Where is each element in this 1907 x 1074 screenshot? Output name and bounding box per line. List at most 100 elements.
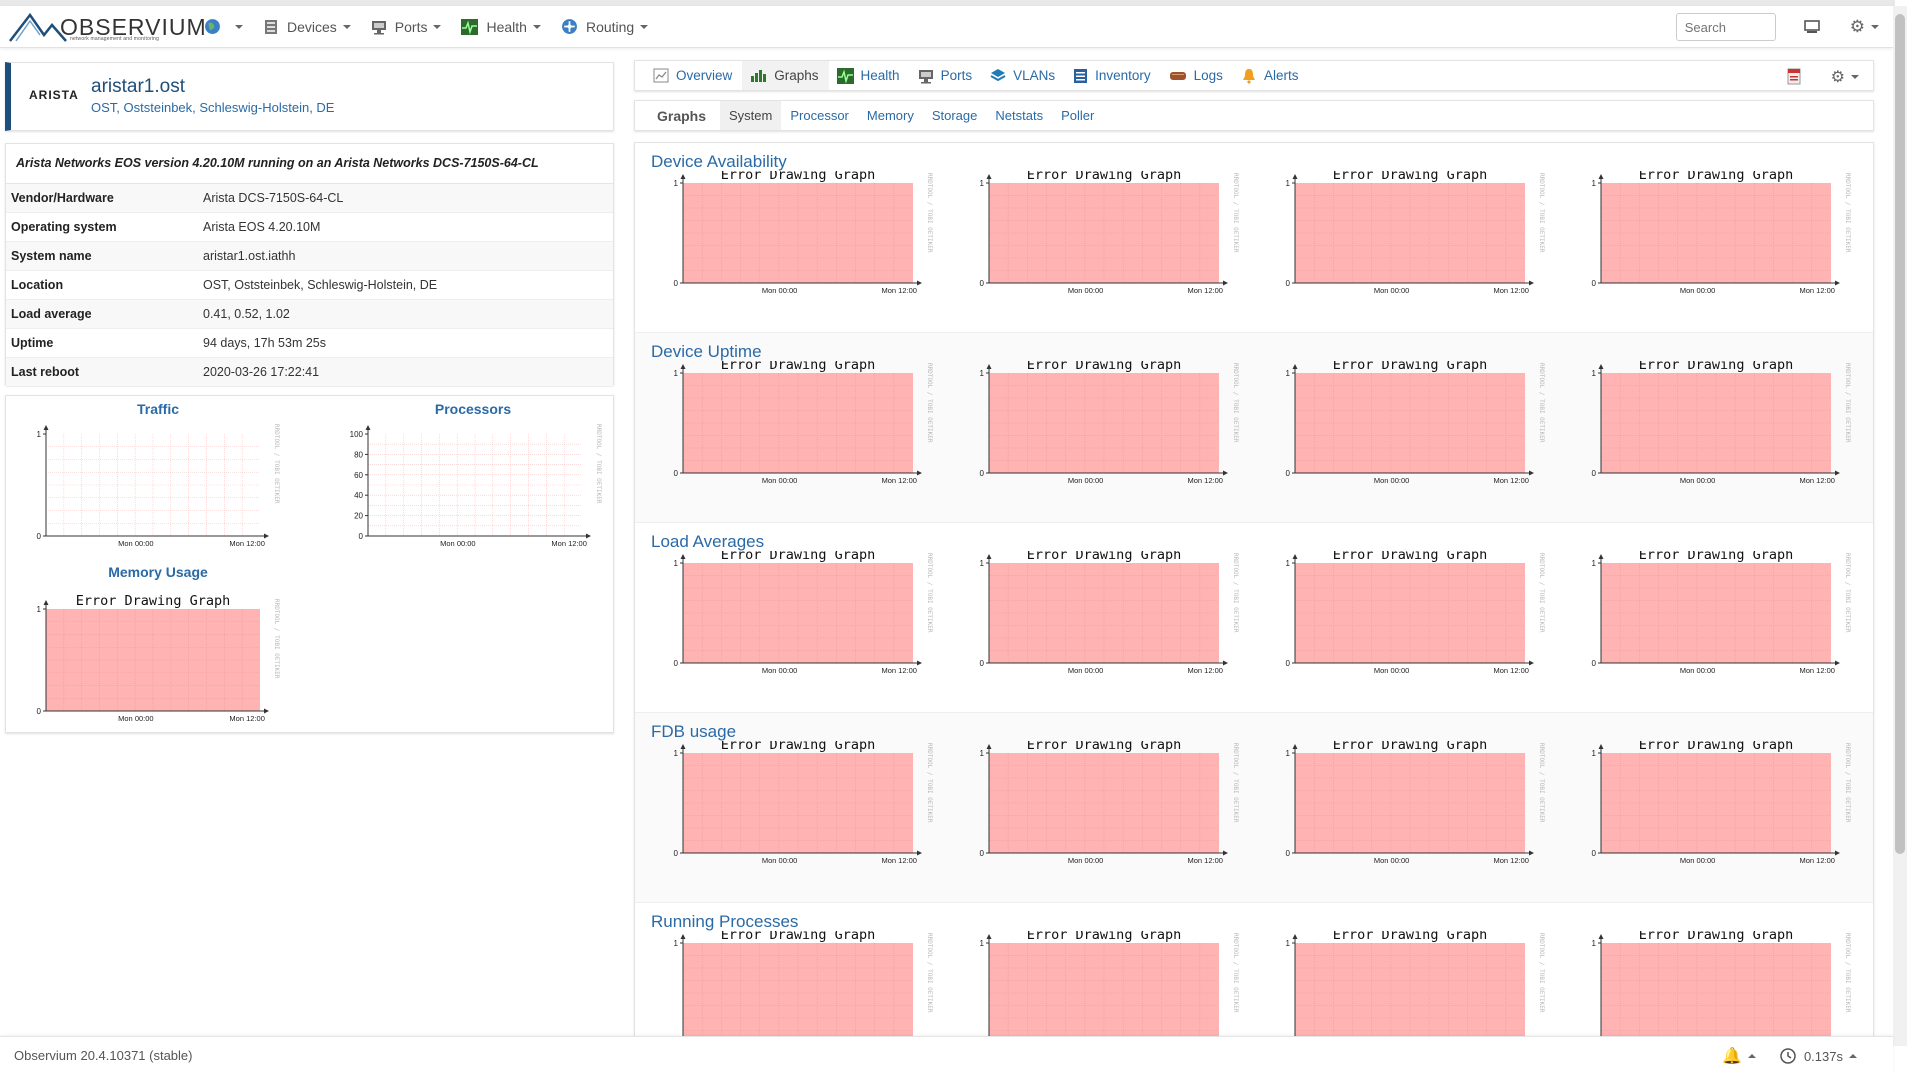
overview-graphs-canvas[interactable]: 1 0 Mon 00:00 Mon 12:00 RRDTOOL / TOBI OETIK… — [6, 396, 613, 732]
rrd-graph[interactable]: 10Mon 00:00Mon 12:00RRDTOOL / TOBI OETIK… — [674, 741, 933, 865]
y-axis-arrow — [1292, 554, 1298, 559]
device-location-link[interactable]: OST, Oststeinbek, Schleswig-Holstein, DE — [91, 100, 334, 115]
nav-ports[interactable]: Ports — [361, 6, 452, 48]
graph-section: Load Averages 1 0 Mon 00:00 Mon 12:00 RRDTOOL… — [635, 523, 1873, 713]
device-settings-menu[interactable]: ⚙ — [1831, 67, 1859, 87]
graph-section-title[interactable]: FDB usage — [651, 722, 736, 742]
rrd-graph[interactable]: 10Mon 00:00Mon 12:00RRDTOOL / TOBI OETIK… — [1286, 551, 1545, 675]
tab-alerts[interactable]: Alerts — [1233, 61, 1309, 90]
subtab-poller[interactable]: Poller — [1052, 101, 1103, 130]
x-axis-arrow — [917, 850, 922, 856]
y-axis-arrow — [1598, 934, 1604, 939]
rrd-graph[interactable]: 100 80 60 40 20 0 Mon 00:00 Mon 12:00 RRDTOOL / … — [350, 424, 602, 548]
nav-ports-label: Ports — [394, 18, 428, 35]
rrd-graph[interactable]: 10Mon 00:00Mon 12:00RRDTOOL / TOBI OETIK… — [37, 424, 280, 548]
rrd-graph[interactable]: 10Mon 00:00Mon 12:00RRDTOOL / TOBI OETIK… — [674, 551, 933, 675]
y-axis-arrow — [1292, 934, 1298, 939]
y-tick-label: 1 — [980, 179, 985, 188]
graph-error-text: Error Drawing Graph — [1639, 741, 1793, 753]
device-tabs: Overview Graphs Health Ports VLANs Inventory L… — [634, 60, 1874, 91]
graph-error-text: Error Drawing Graph — [1027, 931, 1181, 943]
y-tick-label: 100 — [350, 430, 364, 439]
x-tick-label: Mon 12:00 — [881, 476, 916, 485]
brand-logo[interactable]: OBSERVIUM network management and monitor… — [8, 9, 206, 45]
tab-vlans[interactable]: VLANs — [982, 61, 1065, 90]
rrd-graph[interactable]: 10Mon 00:00Mon 12:00RRDTOOL / TOBI OETIK… — [674, 171, 933, 295]
rrd-graph[interactable]: 10Mon 00:00Mon 12:00RRDTOOL / TOBI OETIK… — [980, 361, 1239, 485]
rrd-graph[interactable]: 10Mon 00:00Mon 12:00RRDTOOL / TOBI OETIK… — [980, 931, 1239, 1042]
rrd-graph[interactable]: 10Mon 00:00Mon 12:00RRDTOOL / TOBI OETIK… — [980, 741, 1239, 865]
graph-section-title[interactable]: Running Processes — [651, 912, 798, 932]
rrd-graph[interactable]: 10Mon 00:00Mon 12:00RRDTOOL / TOBI OETIK… — [1286, 361, 1545, 485]
rrd-graph[interactable]: 10Mon 00:00Mon 12:00RRDTOOL / TOBI OETIK… — [1592, 931, 1851, 1042]
y-axis-arrow — [1292, 364, 1298, 369]
tab-ports[interactable]: Ports — [910, 61, 983, 90]
tab-health[interactable]: Health — [829, 61, 910, 90]
rrdtool-watermark: RRDTOOL / TOBI OETIKER — [1844, 363, 1851, 443]
scrollbar-thumb[interactable] — [1895, 14, 1905, 854]
device-info-panel: Arista Networks EOS version 4.20.10M run… — [5, 143, 614, 387]
tab-logs[interactable]: Logs — [1161, 61, 1233, 90]
graph-error-text: Error Drawing Graph — [1333, 361, 1487, 373]
timing-menu[interactable]: 0.137s — [1780, 1048, 1857, 1064]
rrdtool-watermark: RRDTOOL / TOBI OETIKER — [1844, 553, 1851, 633]
graph-section-title[interactable]: Device Uptime — [651, 342, 762, 362]
x-tick-label: Mon 00:00 — [1068, 476, 1103, 485]
y-tick-label: 0 — [674, 849, 679, 858]
rrd-graph[interactable]: 10Mon 00:00Mon 12:00RRDTOOL / TOBI OETIK… — [1286, 171, 1545, 295]
rrd-graph[interactable]: 10Mon 00:00Mon 12:00RRDTOOL / TOBI OETIK… — [1592, 551, 1851, 675]
x-tick-label: Mon 00:00 — [118, 714, 153, 723]
alerts-menu[interactable]: 🔔 — [1722, 1046, 1756, 1066]
rrd-graph[interactable]: 10Mon 00:00Mon 12:00RRDTOOL / TOBI OETIK… — [980, 171, 1239, 295]
nav-devices[interactable]: Devices — [253, 6, 361, 48]
graph-section: Device Uptime 1 0 Mon 00:00 Mon 12:00 RRDTOOL… — [635, 333, 1873, 523]
y-tick-label: 1 — [1286, 179, 1291, 188]
x-tick-label: Mon 00:00 — [762, 666, 797, 675]
settings-menu[interactable]: ⚙ — [1850, 17, 1879, 37]
device-description: Arista Networks EOS version 4.20.10M run… — [6, 144, 613, 184]
y-tick-label: 0 — [674, 659, 679, 668]
rrd-graph[interactable]: 10Mon 00:00Mon 12:00RRDTOOL / TOBI OETIK… — [1592, 361, 1851, 485]
y-tick-label: 0 — [980, 469, 985, 478]
search-input[interactable] — [1675, 13, 1776, 41]
scrollbar[interactable] — [1893, 6, 1907, 1046]
tab-label: Ports — [940, 68, 973, 83]
subtab-storage[interactable]: Storage — [923, 101, 987, 130]
nav-health[interactable]: Health — [451, 6, 550, 48]
rrd-graph[interactable]: 10Mon 00:00Mon 12:00RRDTOOL / TOBI OETIK… — [674, 931, 933, 1042]
x-axis-arrow — [264, 533, 269, 539]
subtab-system[interactable]: System — [720, 101, 782, 130]
y-tick-label: 1 — [674, 369, 679, 378]
graph-section-title[interactable]: Device Availability — [651, 152, 787, 172]
y-axis-arrow — [986, 744, 992, 749]
y-tick-label: 1 — [1592, 179, 1597, 188]
rrd-graph[interactable]: 10Mon 00:00Mon 12:00RRDTOOL / TOBI OETIK… — [1286, 741, 1545, 865]
rrdtool-watermark: RRDTOOL / TOBI OETIKER — [926, 553, 933, 633]
device-name-link[interactable]: aristar1.ost — [91, 76, 185, 98]
tab-graphs[interactable]: Graphs — [742, 61, 829, 90]
nav-routing[interactable]: Routing — [551, 6, 658, 48]
monitor-icon[interactable] — [1803, 20, 1820, 34]
graph-section-title[interactable]: Load Averages — [651, 532, 764, 552]
y-axis-arrow — [680, 744, 686, 749]
rrd-graph[interactable]: 10Mon 00:00Mon 12:00RRDTOOL / TOBI OETIK… — [1592, 171, 1851, 295]
rrd-graph[interactable]: 10Mon 00:00Mon 12:00RRDTOOL / TOBI OETIK… — [1592, 741, 1851, 865]
rrd-graph[interactable]: 10Mon 00:00Mon 12:00RRDTOOL / TOBI OETIK… — [1286, 931, 1545, 1042]
info-value: aristar1.ost.iathh — [203, 249, 296, 263]
tab-inventory[interactable]: Inventory — [1065, 61, 1161, 90]
subtab-memory[interactable]: Memory — [858, 101, 923, 130]
tab-label: Overview — [676, 68, 733, 83]
tab-overview[interactable]: Overview — [645, 61, 742, 90]
subtab-processor[interactable]: Processor — [781, 101, 858, 130]
network-port-icon — [371, 19, 387, 35]
subtab-netstats[interactable]: Netstats — [986, 101, 1052, 130]
rrd-graph[interactable]: 10Mon 00:00Mon 12:00RRDTOOL / TOBI OETIK… — [37, 593, 280, 723]
graph-error-text: Error Drawing Graph — [1333, 931, 1487, 943]
rrd-graph[interactable]: 10Mon 00:00Mon 12:00RRDTOOL / TOBI OETIK… — [980, 551, 1239, 675]
rrd-graph[interactable]: 10Mon 00:00Mon 12:00RRDTOOL / TOBI OETIK… — [674, 361, 933, 485]
flag-icon[interactable] — [1787, 68, 1801, 85]
y-tick-label: 1 — [1286, 559, 1291, 568]
x-tick-label: Mon 12:00 — [551, 539, 586, 548]
y-axis-arrow — [365, 425, 371, 430]
x-tick-label: Mon 00:00 — [1374, 666, 1409, 675]
